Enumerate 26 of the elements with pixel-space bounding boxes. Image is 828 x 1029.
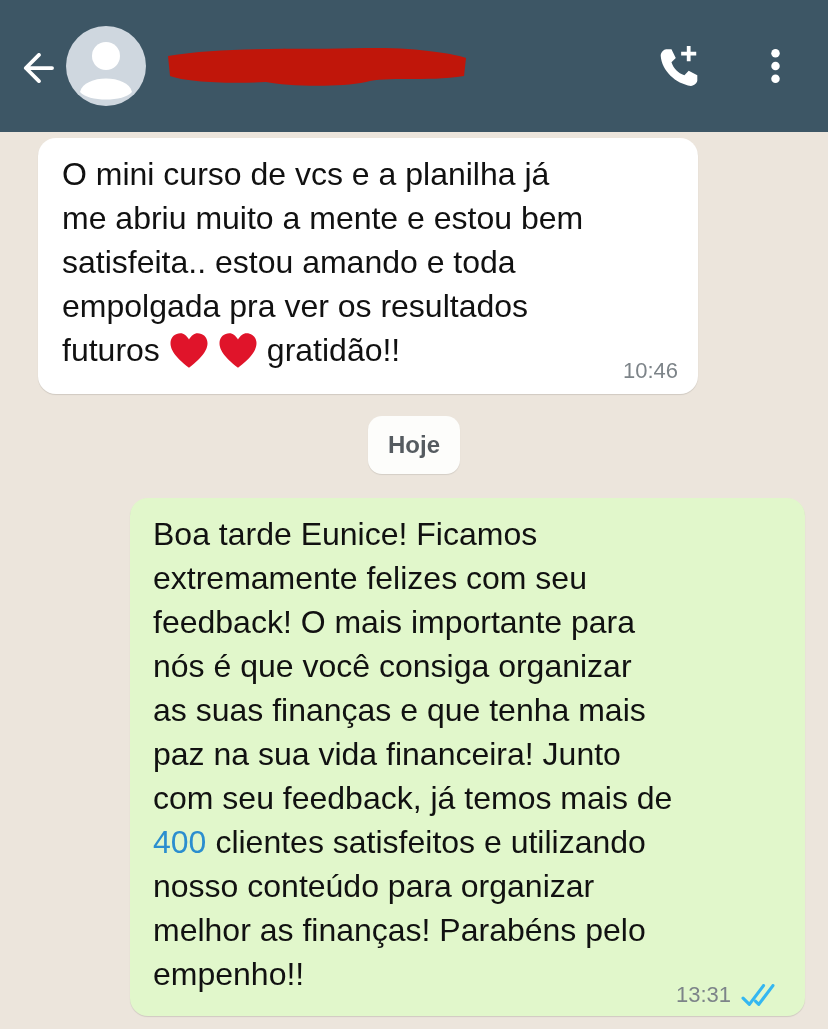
date-chip: Hoje [368, 416, 460, 474]
message-text: me abriu muito a mente e estou bem [62, 199, 584, 238]
message-text: O mini curso de vcs e a planilha já [62, 155, 550, 194]
message-time: 10:46 [622, 357, 678, 385]
number-link[interactable]: 400 [153, 820, 207, 864]
message-text: extremamente felizes com seu [153, 559, 587, 598]
heart-icon [217, 331, 258, 369]
message-text: nosso conteúdo para organizar [153, 867, 595, 906]
message-text: futuros [62, 331, 160, 370]
message-text: Boa tarde Eunice! Ficamos [153, 515, 538, 554]
message-text: clientes satisfeitos e utilizando [215, 823, 646, 862]
heart-icon [168, 331, 209, 369]
message-text: gratidão!! [266, 331, 401, 370]
message-text: feedback! O mais importante para [153, 603, 635, 642]
avatar-icon[interactable] [66, 26, 146, 106]
message-text: com seu feedback, já temos mais de [153, 779, 673, 818]
message-text: paz na sua vida financeira! Junto [153, 735, 621, 774]
message-time: 13:31 [675, 981, 731, 1009]
message-text: empolgada pra ver os resultados [62, 287, 529, 326]
message-text: satisfeita.. estou amando e toda [62, 243, 516, 282]
message-text: empenho!! [153, 955, 305, 994]
menu-icon[interactable] [771, 49, 780, 83]
message-text: nós é que você consiga organizar [153, 647, 632, 686]
add-call-icon[interactable] [659, 45, 699, 87]
message-text: melhor as finanças! Parabéns pelo [153, 911, 646, 950]
message-text: as suas finanças e que tenha mais [153, 691, 646, 730]
